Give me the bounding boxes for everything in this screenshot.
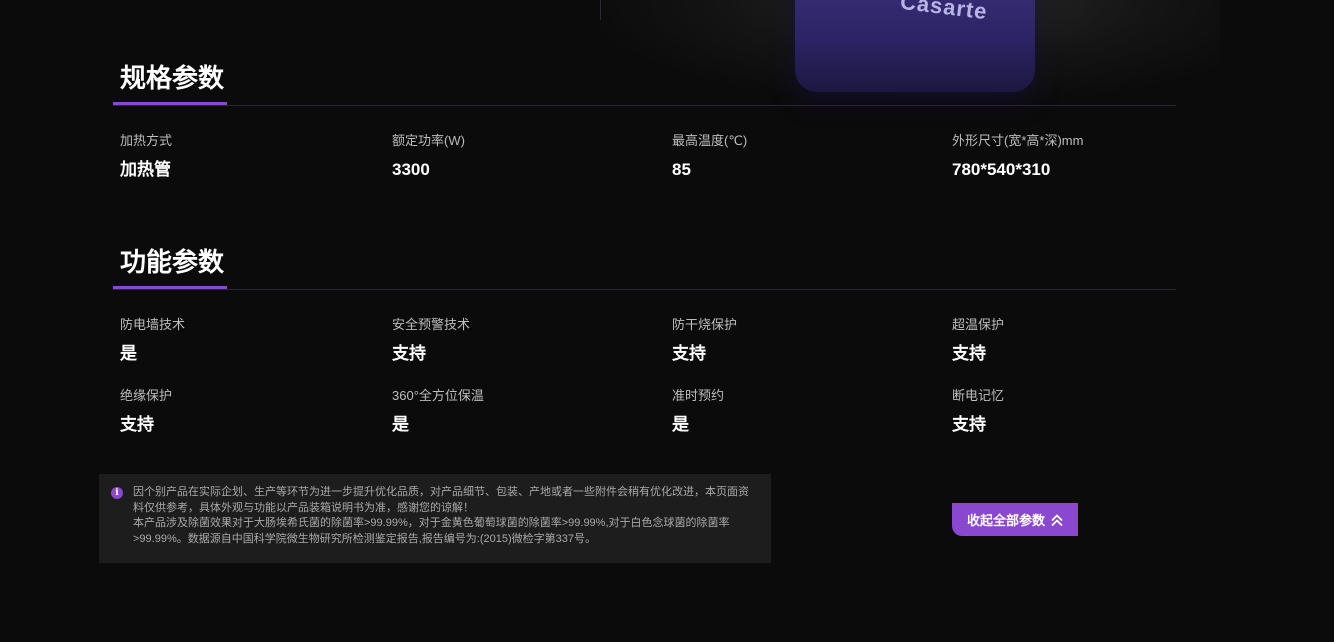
- disclaimer-line-2: 本产品涉及除菌效果对于大肠埃希氏菌的除菌率>99.99%，对于金黄色葡萄球菌的除…: [133, 517, 730, 545]
- function-item-value: 支持: [952, 344, 986, 363]
- function-item: 防干烧保护 支持: [672, 317, 737, 364]
- spec-item-value: 加热管: [120, 160, 171, 179]
- spec-item-label: 加热方式: [120, 133, 173, 148]
- function-item-label: 断电记忆: [952, 388, 1005, 403]
- function-item-value: 支持: [392, 344, 426, 363]
- spec-item-value: 780*540*310: [952, 160, 1051, 179]
- function-item-value: 是: [672, 415, 689, 434]
- function-item-label: 安全预警技术: [392, 317, 471, 332]
- function-section-underline: [113, 286, 227, 289]
- function-section-rule: [113, 289, 1176, 290]
- function-item: 安全预警技术 支持: [392, 317, 470, 364]
- spec-section-rule: [113, 105, 1176, 106]
- double-chevron-up-icon: [1051, 513, 1063, 527]
- disclaimer-line-1: 因个别产品在实际企划、生产等环节为进一步提升优化品质，对产品细节、包装、产地或者…: [133, 486, 749, 514]
- function-item-value: 支持: [952, 415, 986, 434]
- function-item: 断电记忆 支持: [952, 388, 1004, 435]
- function-item-label: 绝缘保护: [120, 388, 173, 403]
- function-item-label: 准时预约: [672, 388, 725, 403]
- function-item-value: 支持: [672, 344, 706, 363]
- collapse-button-label: 收起全部参数: [966, 513, 1045, 528]
- product-params-page: Casarte 规格参数 加热方式 加热管 额定功率(W) 3300 最高温度(…: [0, 0, 1334, 642]
- spec-item: 加热方式 加热管: [120, 133, 172, 180]
- function-item: 360°全方位保温 是: [392, 388, 484, 435]
- spec-item-value: 85: [672, 160, 691, 179]
- function-item-value: 支持: [120, 415, 154, 434]
- function-item: 防电墙技术 是: [120, 317, 185, 364]
- spec-item-value: 3300: [392, 160, 430, 179]
- spec-item: 额定功率(W) 3300: [392, 133, 465, 180]
- spec-item: 外形尺寸(宽*高*深)mm 780*540*310: [952, 133, 1083, 180]
- function-item: 绝缘保护 支持: [120, 388, 172, 435]
- spec-item: 最高温度(℃) 85: [672, 133, 747, 180]
- function-item-label: 防电墙技术: [120, 317, 186, 332]
- function-item-label: 超温保护: [952, 317, 1005, 332]
- function-item: 超温保护 支持: [952, 317, 1004, 364]
- disclaimer-text: 因个别产品在实际企划、生产等环节为进一步提升优化品质，对产品细节、包装、产地或者…: [133, 485, 759, 547]
- function-item-value: 是: [392, 415, 409, 434]
- disclaimer-notice: i 因个别产品在实际企划、生产等环节为进一步提升优化品质，对产品细节、包装、产地…: [99, 474, 771, 563]
- spec-item-label: 最高温度(℃): [672, 133, 748, 148]
- spec-item-label: 额定功率(W): [392, 133, 465, 148]
- collapse-all-params-button[interactable]: 收起全部参数: [952, 503, 1078, 536]
- spec-item-label: 外形尺寸(宽*高*深)mm: [952, 133, 1084, 148]
- info-icon: i: [111, 487, 123, 499]
- function-item-label: 360°全方位保温: [392, 388, 484, 403]
- function-item-label: 防干烧保护: [672, 317, 738, 332]
- spec-section-title: 规格参数: [120, 63, 225, 93]
- function-item-value: 是: [120, 344, 137, 363]
- spec-section-underline: [113, 102, 227, 105]
- product-image-divider: [600, 0, 601, 20]
- function-section-title: 功能参数: [120, 247, 225, 277]
- function-item: 准时预约 是: [672, 388, 724, 435]
